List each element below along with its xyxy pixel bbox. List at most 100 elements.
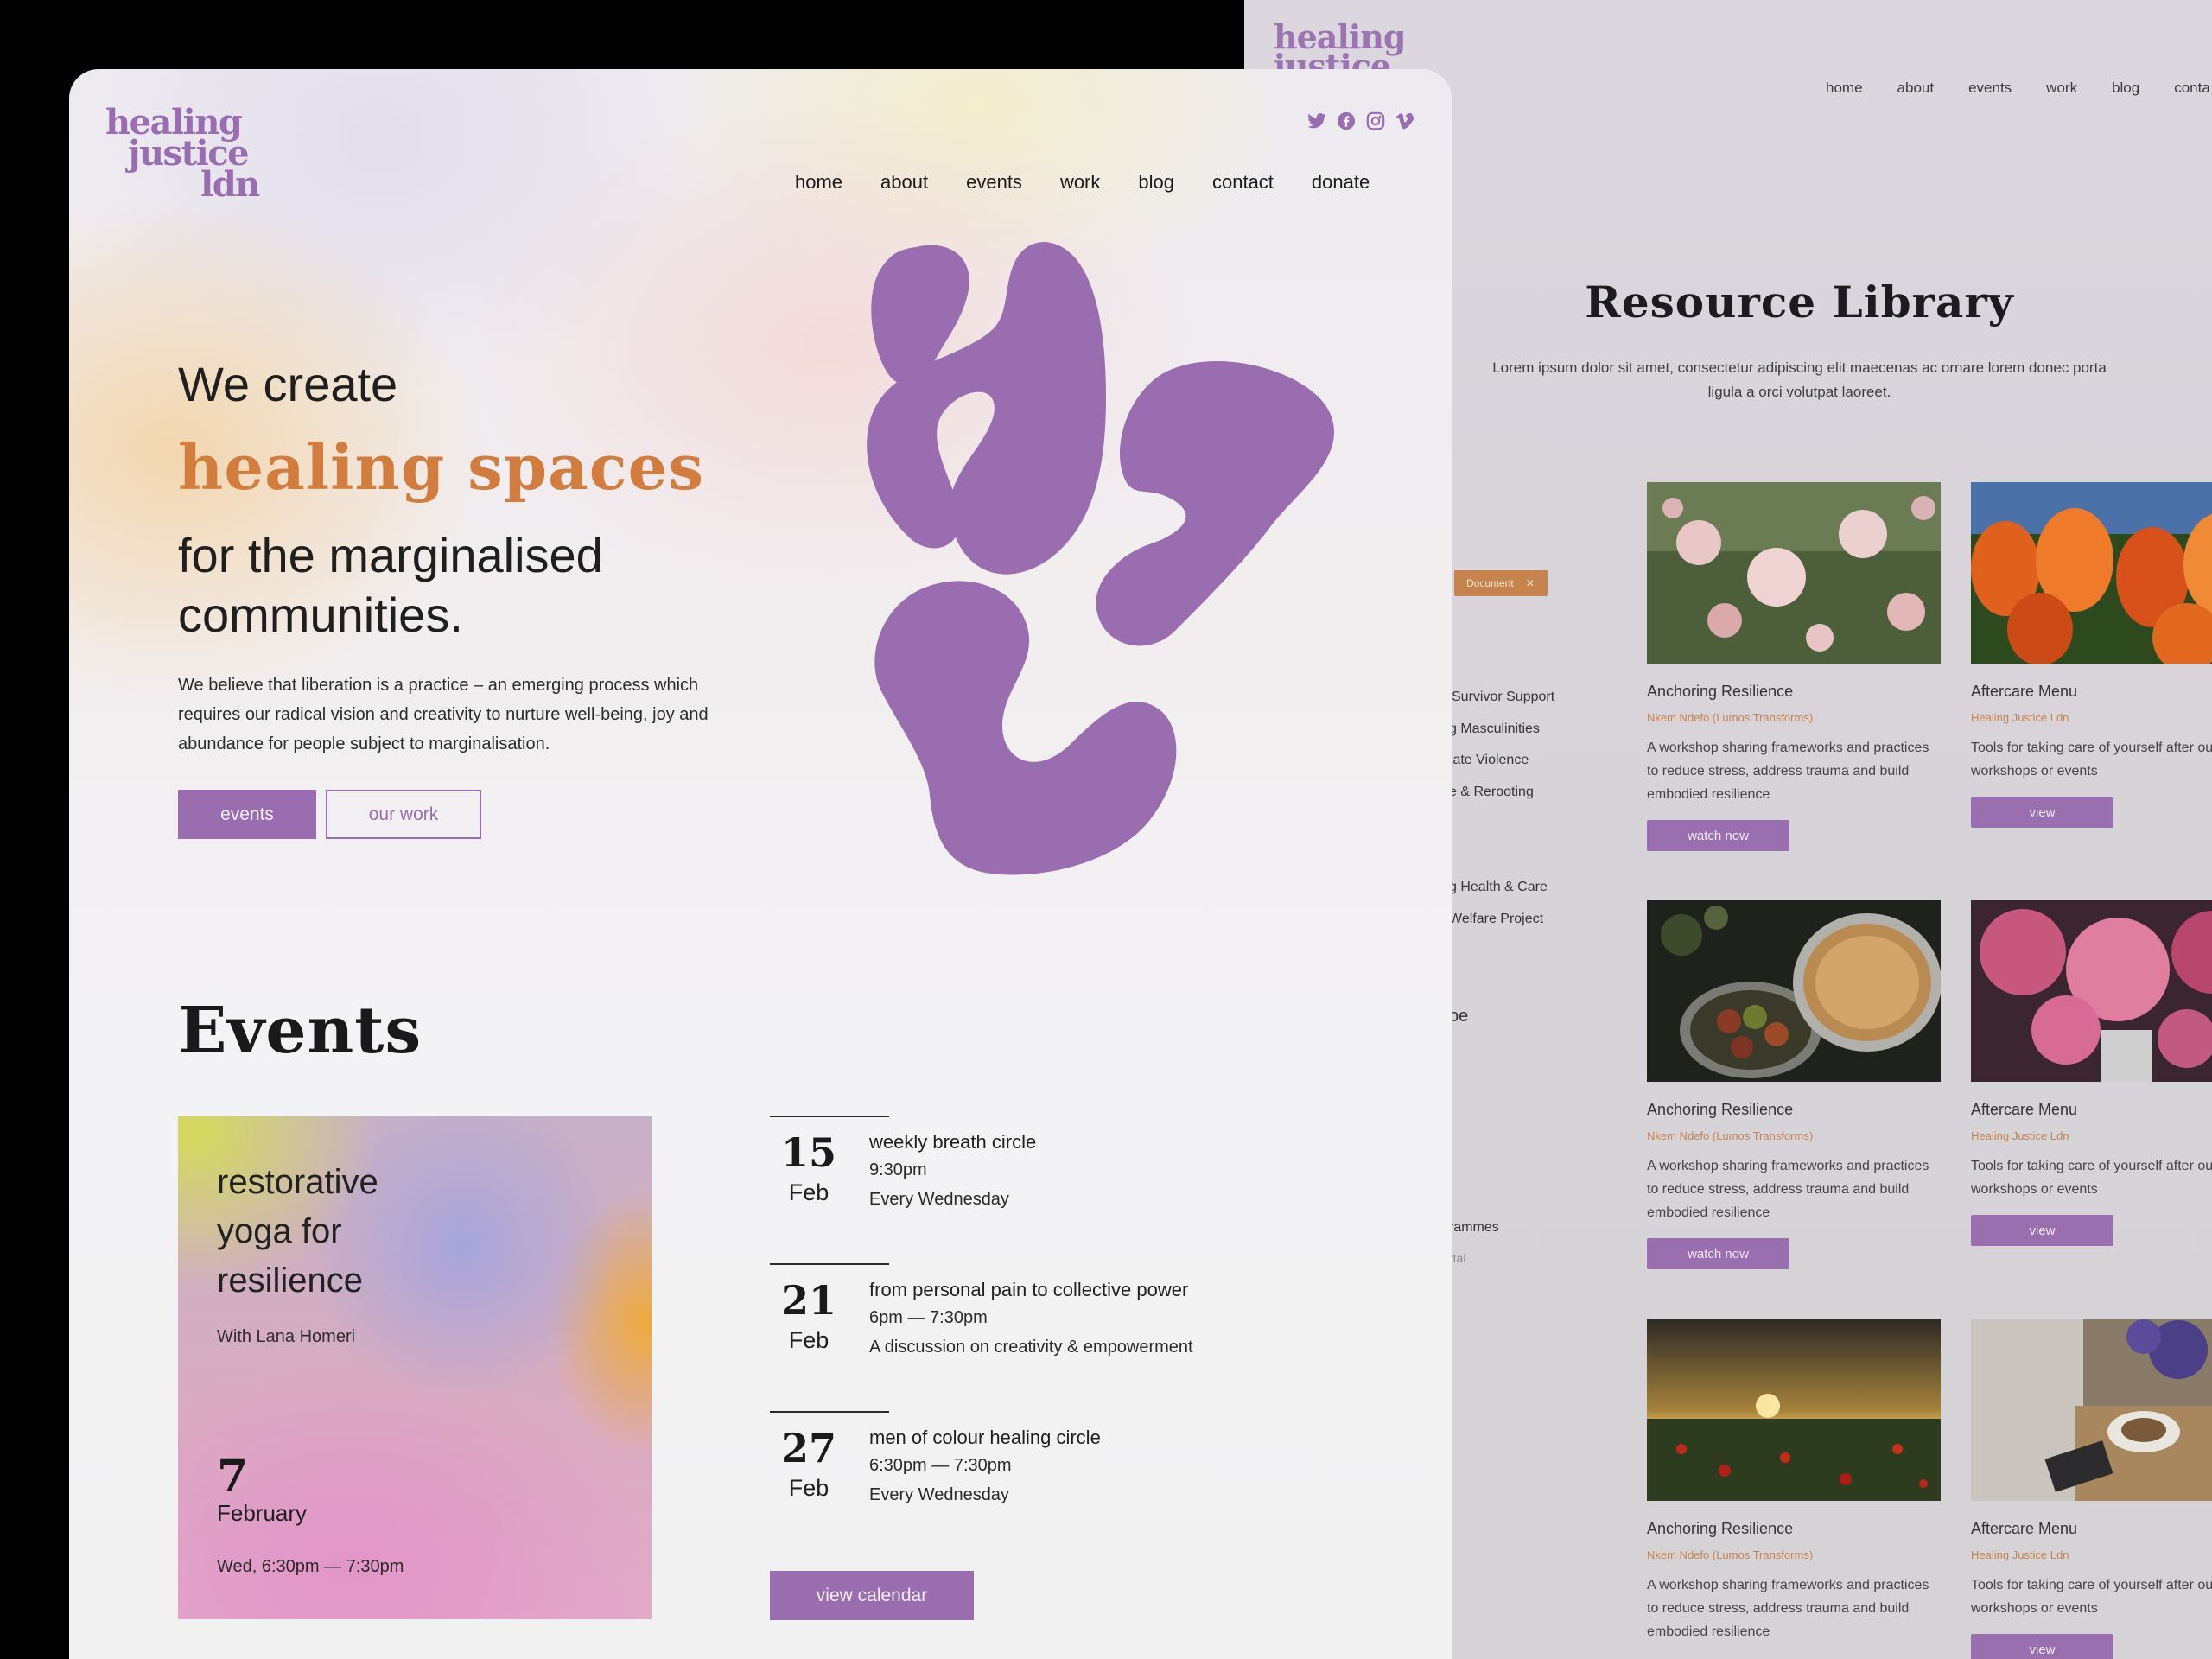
events-button[interactable]: events (178, 790, 316, 839)
resource-description: A workshop sharing frameworks and practi… (1647, 1578, 1929, 1639)
nav-contact[interactable]: contact (1212, 171, 1274, 194)
abstract-blob-illustration (867, 242, 1334, 875)
featured-event-time: Wed, 6:30pm — 7:30pm (217, 1557, 404, 1576)
event-month: Feb (788, 1327, 830, 1353)
featured-event-card[interactable]: restorative yoga for resilience With Lan… (178, 1116, 652, 1619)
back-nav-home[interactable]: home (1826, 79, 1863, 97)
event-title: from personal pain to collective power (869, 1279, 1189, 1300)
filter-item[interactable]: tate Violence (1449, 753, 1529, 768)
watch-now-button[interactable]: watch now (1647, 1238, 1789, 1269)
resource-title: Aftercare Menu (1971, 683, 2078, 700)
event-list-item[interactable]: 21 Feb from personal pain to collective … (770, 1263, 1288, 1384)
filter-chip-label: Document (1466, 577, 1514, 589)
view-button[interactable]: view (1971, 1215, 2113, 1246)
resource-description: Tools for taking care of yourself after … (1971, 741, 2212, 779)
back-nav-contact[interactable]: conta (2174, 79, 2210, 97)
event-note: Every Wednesday (869, 1190, 1009, 1209)
featured-event-host: With Lana Homeri (217, 1327, 356, 1346)
watch-now-button[interactable]: watch now (1647, 820, 1789, 851)
coffee-flowers-image (1971, 1319, 2212, 1501)
our-work-button[interactable]: our work (326, 790, 481, 839)
divider (770, 1116, 889, 1117)
nav-home[interactable]: home (795, 171, 842, 194)
back-nav: home about events work blog conta (1826, 79, 2212, 97)
pink-peonies-image (1971, 900, 2212, 1082)
vimeo-icon[interactable] (1395, 111, 1415, 131)
site-logo[interactable]: healing justice ldn (105, 105, 260, 205)
filter-chip-document[interactable]: Document ✕ (1454, 570, 1548, 596)
nav-donate[interactable]: donate (1312, 171, 1370, 194)
filter-item[interactable]: Welfare Project (1449, 912, 1543, 927)
filter-item[interactable]: g Health & Care (1449, 880, 1548, 895)
filter-item[interactable]: rammes (1449, 1220, 1499, 1236)
back-nav-work[interactable]: work (2046, 79, 2077, 97)
logo-line: ldn (200, 164, 260, 205)
resource-author: Healing Justice Ldn (1971, 1129, 2069, 1142)
resource-library-lead: Lorem ipsum dolor sit amet, consectetur … (1492, 359, 2107, 400)
resource-description: A workshop sharing frameworks and practi… (1647, 1159, 1929, 1220)
event-list-item[interactable]: 15 Feb weekly breath circle 9:30pm Every… (770, 1116, 1288, 1236)
event-note: A discussion on creativity & empowerment (869, 1338, 1193, 1357)
nav-work[interactable]: work (1060, 171, 1100, 194)
featured-event-month: February (217, 1500, 308, 1526)
event-day: 21 (780, 1277, 836, 1324)
event-list-item[interactable]: 27 Feb men of colour healing circle 6:30… (770, 1411, 1288, 1532)
hero-body: We believe that liberation is a practice… (178, 676, 709, 753)
pink-roses-image (1647, 482, 1941, 664)
filter-item[interactable]: Survivor Support (1452, 690, 1554, 705)
back-nav-about[interactable]: about (1897, 79, 1935, 97)
divider (770, 1411, 889, 1413)
facebook-icon[interactable] (1336, 111, 1357, 131)
back-nav-events[interactable]: events (1968, 79, 2012, 97)
sunset-poppies-image (1647, 1319, 1941, 1501)
events-heading: Events (178, 994, 423, 1068)
apples-pie-image (1647, 900, 1941, 1082)
view-button[interactable]: view (1971, 797, 2113, 828)
instagram-icon[interactable] (1365, 111, 1386, 131)
resource-card[interactable]: Aftercare Menu Healing Justice Ldn Tools… (1971, 1319, 2212, 1659)
view-calendar-button[interactable]: view calendar (770, 1571, 974, 1620)
nav-about[interactable]: about (880, 171, 928, 194)
resource-description: Tools for taking care of yourself after … (1971, 1159, 2212, 1197)
event-day: 15 (780, 1129, 836, 1176)
main-nav: home about events work blog contact dona… (795, 171, 1370, 194)
resource-author: Nkem Ndefo (Lumos Transforms) (1647, 711, 1814, 724)
filter-item[interactable]: e & Rerooting (1449, 785, 1534, 800)
nav-events[interactable]: events (966, 171, 1022, 194)
view-button[interactable]: view (1971, 1634, 2113, 1659)
social-links (1306, 111, 1415, 131)
home-page: healing justice ldn home about events wo… (69, 69, 1452, 1659)
event-month: Feb (788, 1475, 830, 1501)
event-title: weekly breath circle (869, 1131, 1037, 1153)
divider (770, 1263, 889, 1265)
resource-description: Tools for taking care of yourself after … (1971, 1578, 2212, 1616)
resource-description: A workshop sharing frameworks and practi… (1647, 741, 1929, 802)
resource-author: Nkem Ndefo (Lumos Transforms) (1647, 1129, 1814, 1142)
featured-event-day: 7 (217, 1450, 249, 1503)
hero-line-3: for the marginalised communities. (178, 528, 603, 642)
back-logo[interactable]: healing justice (1274, 22, 1403, 70)
close-icon[interactable]: ✕ (1526, 577, 1535, 589)
resource-author: Healing Justice Ldn (1971, 711, 2069, 724)
resource-card[interactable]: Aftercare Menu Healing Justice Ldn Tools… (1971, 900, 2212, 1246)
event-time: 6:30pm — 7:30pm (869, 1456, 1012, 1475)
resource-title: Aftercare Menu (1971, 1520, 2078, 1537)
back-nav-blog[interactable]: blog (2112, 79, 2139, 97)
filter-item[interactable]: g Masculinities (1449, 721, 1540, 737)
hero-accent: healing spaces (178, 430, 704, 504)
resource-card[interactable]: Anchoring Resilience Nkem Ndefo (Lumos T… (1647, 900, 1941, 1269)
resource-card[interactable]: Aftercare Menu Healing Justice Ldn Tools… (1971, 482, 2212, 828)
twitter-icon[interactable] (1306, 111, 1327, 131)
event-note: Every Wednesday (869, 1485, 1009, 1504)
event-time: 6pm — 7:30pm (869, 1308, 988, 1327)
filter-item[interactable]: pe (1449, 1007, 1468, 1027)
resource-title: Anchoring Resilience (1647, 1520, 1794, 1537)
event-time: 9:30pm (869, 1160, 927, 1179)
resource-card[interactable]: Anchoring Resilience Nkem Ndefo (Lumos T… (1647, 482, 1941, 851)
event-title: men of colour healing circle (869, 1427, 1101, 1448)
orange-tulips-image (1971, 482, 2212, 664)
resource-card[interactable]: Anchoring Resilience Nkem Ndefo (Lumos T… (1647, 1319, 1941, 1643)
nav-blog[interactable]: blog (1138, 171, 1174, 194)
event-day: 27 (780, 1425, 836, 1471)
resource-title: Anchoring Resilience (1647, 1101, 1794, 1118)
